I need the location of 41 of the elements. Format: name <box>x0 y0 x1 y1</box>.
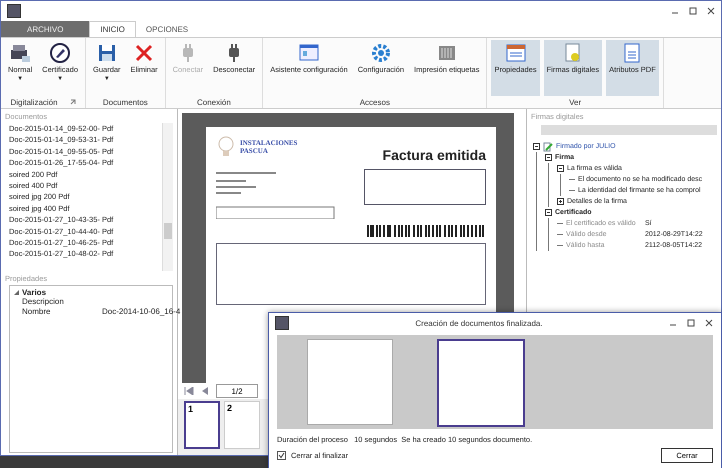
group-label: Digitalización <box>10 98 58 106</box>
page-field[interactable]: 1/2 <box>216 384 258 398</box>
previous-page-icon[interactable] <box>200 387 210 395</box>
group-label: Ver <box>569 98 582 106</box>
collapse-icon[interactable] <box>533 143 540 150</box>
dialog-launcher-icon[interactable] <box>70 99 76 105</box>
group-label: Documentos <box>102 98 148 106</box>
expand-icon[interactable] <box>557 198 564 205</box>
ribbon-tab[interactable]: OPCIONES <box>136 21 198 37</box>
collapse-icon[interactable] <box>14 290 19 295</box>
maximize-icon[interactable] <box>687 319 695 327</box>
check-icon <box>278 452 285 459</box>
collapse-icon[interactable] <box>545 209 552 216</box>
property-value: Doc-2014-10-06_16-4 <box>102 307 180 317</box>
dialog-title: Creación de documentos finalizada. <box>415 318 543 328</box>
signed-document-icon <box>543 142 553 152</box>
app-icon <box>7 4 21 18</box>
close-icon[interactable] <box>705 319 713 327</box>
collapse-icon[interactable] <box>557 165 564 172</box>
first-page-icon[interactable] <box>184 387 194 395</box>
category-label: Varios <box>22 288 46 297</box>
invoice-heading: Factura emitida <box>382 147 486 163</box>
file-menu-tab[interactable]: ARCHIVO <box>1 21 90 37</box>
group-label: Accesos <box>360 98 390 106</box>
properties-window-icon <box>504 42 527 64</box>
property-name: Descripcion <box>22 297 65 307</box>
ribbon-tab[interactable]: INICIO <box>89 21 136 37</box>
pen-circle-icon <box>49 42 72 64</box>
app-icon <box>275 316 289 330</box>
group-label: Conexión <box>197 98 231 106</box>
page-thumbnail[interactable]: 1 <box>184 401 220 449</box>
settings-icon <box>370 42 392 64</box>
property-name: Nombre <box>22 307 52 317</box>
page-preview[interactable] <box>437 339 525 427</box>
light-bulb-icon <box>216 135 236 159</box>
scanner-icon <box>9 42 32 64</box>
scrollbar[interactable] <box>162 123 173 271</box>
collapse-icon[interactable] <box>545 154 552 161</box>
close-icon[interactable] <box>707 7 715 15</box>
page-thumbnail[interactable]: 2 <box>224 401 260 449</box>
maximize-icon[interactable] <box>689 7 697 15</box>
